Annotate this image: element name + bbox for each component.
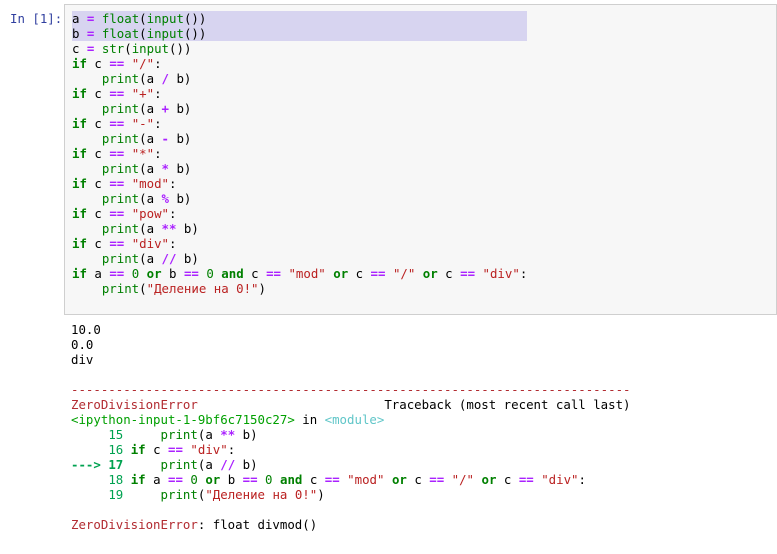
tb-marker: [71, 472, 108, 487]
traceback-line: 15 print(a ** b): [71, 427, 631, 442]
traceback-location: <ipython-input-1-9bf6c7150c27> in <modul…: [71, 412, 631, 427]
tb-marker: [71, 442, 108, 457]
tb-line-number: 18: [108, 472, 124, 487]
stdout-line: 10.0: [71, 322, 101, 337]
code-line: print(a - b): [101, 131, 192, 146]
code-line: if c == "pow":: [72, 206, 177, 221]
code-line: print("Деление на 0!"): [101, 281, 266, 296]
code-line: print(a * b): [101, 161, 192, 176]
code-line: if a == 0 or b == 0 and c == "mod" or c …: [72, 266, 528, 281]
final-error-name: ZeroDivisionError: [71, 517, 198, 532]
traceback-line: 19 print("Деление на 0!"): [71, 487, 631, 502]
tb-code: print("Деление на 0!"): [160, 487, 325, 502]
tb-line-number: 16: [108, 442, 124, 457]
tb-marker: [71, 427, 108, 442]
tb-line-number: 15: [108, 427, 124, 442]
traceback-line: 16 if c == "div":: [71, 442, 631, 457]
stdout-line: div: [71, 352, 94, 367]
code-line: if c == "/":: [72, 56, 162, 71]
input-ref: <ipython-input-1-9bf6c7150c27>: [71, 412, 295, 427]
final-error-line: ZeroDivisionError: float divmod(): [71, 517, 631, 532]
error-name: ZeroDivisionError: [71, 397, 198, 412]
traceback-line: ---> 17 print(a // b): [71, 457, 631, 472]
in-word: in: [294, 412, 325, 427]
code-line: c = str(input()): [72, 41, 192, 56]
traceback-separator: ----------------------------------------…: [71, 382, 631, 397]
code-editor[interactable]: a = float(input()) b = float(input()) c = …: [72, 11, 528, 296]
traceback-header-line: ZeroDivisionError Traceback (most recent…: [71, 397, 631, 412]
code-line: if c == "-":: [72, 116, 162, 131]
cell-output: 10.0 0.0 div ------------------------------…: [71, 322, 631, 532]
tb-code: print(a ** b): [160, 427, 258, 442]
code-line: print(a + b): [101, 101, 192, 116]
code-line: b = float(input()): [72, 26, 528, 41]
code-line: if c == "+":: [72, 86, 162, 101]
stdout-line: 0.0: [71, 337, 94, 352]
traceback-header: Traceback (most recent call last): [384, 397, 631, 412]
code-cell-input[interactable]: a = float(input()) b = float(input()) c = …: [64, 4, 777, 315]
tb-code: if c == "div":: [130, 442, 236, 457]
cell-prompt: In [1]:: [10, 11, 63, 26]
tb-code: if a == 0 or b == 0 and c == "mod" or c …: [130, 472, 586, 487]
tb-code: print(a // b): [160, 457, 258, 472]
module-ref: <module>: [324, 412, 385, 427]
code-line: print(a ** b): [101, 221, 199, 236]
code-line: print(a // b): [101, 251, 199, 266]
header-gap: [198, 397, 385, 412]
code-line: if c == "mod":: [72, 176, 177, 191]
tb-arrow-marker: --->: [71, 457, 109, 472]
code-line: if c == "*":: [72, 146, 162, 161]
tb-line-number: 17: [108, 457, 124, 472]
final-error-message: : float divmod(): [197, 517, 318, 532]
code-line: if c == "div":: [72, 236, 177, 251]
code-line: a = float(input()): [72, 11, 528, 26]
code-line: print(a % b): [101, 191, 192, 206]
traceback-line: 18 if a == 0 or b == 0 and c == "mod" or…: [71, 472, 631, 487]
tb-marker: [71, 487, 108, 502]
tb-line-number: 19: [108, 487, 124, 502]
code-line: print(a / b): [101, 71, 192, 86]
